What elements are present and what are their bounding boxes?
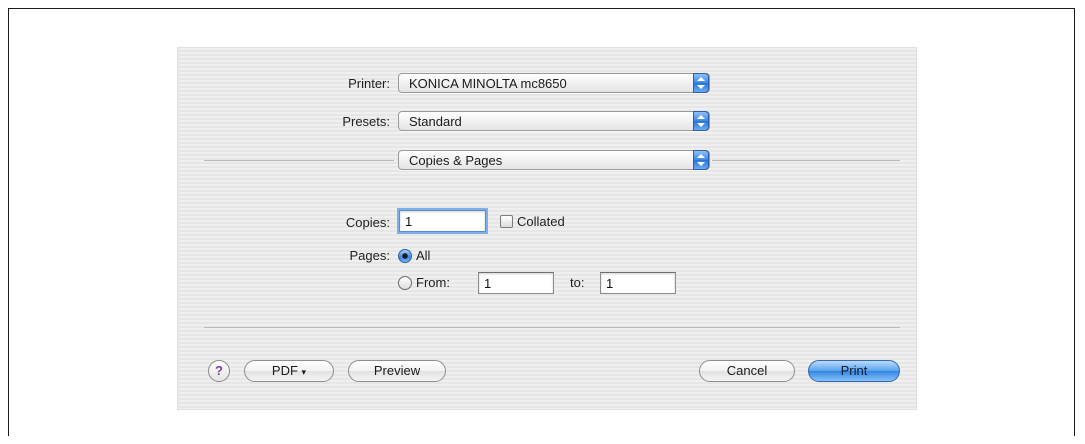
- pages-from-label: From:: [416, 275, 450, 290]
- collated-checkbox[interactable]: [500, 215, 513, 228]
- printer-popup[interactable]: KONICA MINOLTA mc8650: [398, 73, 710, 93]
- presets-popup[interactable]: Standard: [398, 111, 710, 131]
- question-icon: ?: [215, 363, 223, 378]
- help-button[interactable]: ?: [208, 360, 230, 382]
- pages-from-radio[interactable]: [398, 276, 412, 290]
- panel-popup[interactable]: Copies & Pages: [398, 150, 710, 170]
- panel-value: Copies & Pages: [409, 153, 503, 168]
- pages-label: Pages:: [349, 248, 390, 263]
- cancel-button[interactable]: Cancel: [699, 360, 795, 382]
- copies-field[interactable]: 1: [399, 210, 486, 232]
- pages-to-field[interactable]: 1: [600, 272, 676, 294]
- print-dialog: Printer: KONICA MINOLTA mc8650 Presets: …: [177, 47, 917, 410]
- printer-value: KONICA MINOLTA mc8650: [409, 76, 567, 91]
- print-button[interactable]: Print: [808, 360, 900, 382]
- updown-arrows-icon: [693, 150, 709, 170]
- chevron-down-icon: ▾: [301, 367, 307, 377]
- pages-all-label: All: [416, 248, 431, 263]
- pages-from-field[interactable]: 1: [478, 272, 554, 294]
- pages-all-radio[interactable]: [398, 249, 412, 263]
- presets-label: Presets:: [342, 114, 390, 129]
- pdf-button[interactable]: PDF ▾: [244, 360, 334, 382]
- printer-label: Printer:: [348, 76, 390, 91]
- copies-label: Copies:: [345, 215, 390, 230]
- collated-label: Collated: [517, 214, 565, 229]
- pages-to-label: to:: [570, 275, 585, 290]
- separator-bottom: [204, 327, 900, 328]
- preview-button[interactable]: Preview: [348, 360, 446, 382]
- pdf-label: PDF: [271, 363, 298, 378]
- updown-arrows-icon: [693, 111, 709, 131]
- updown-arrows-icon: [693, 73, 709, 93]
- presets-value: Standard: [409, 114, 462, 129]
- separator-left: [204, 160, 394, 161]
- separator-right: [712, 160, 900, 161]
